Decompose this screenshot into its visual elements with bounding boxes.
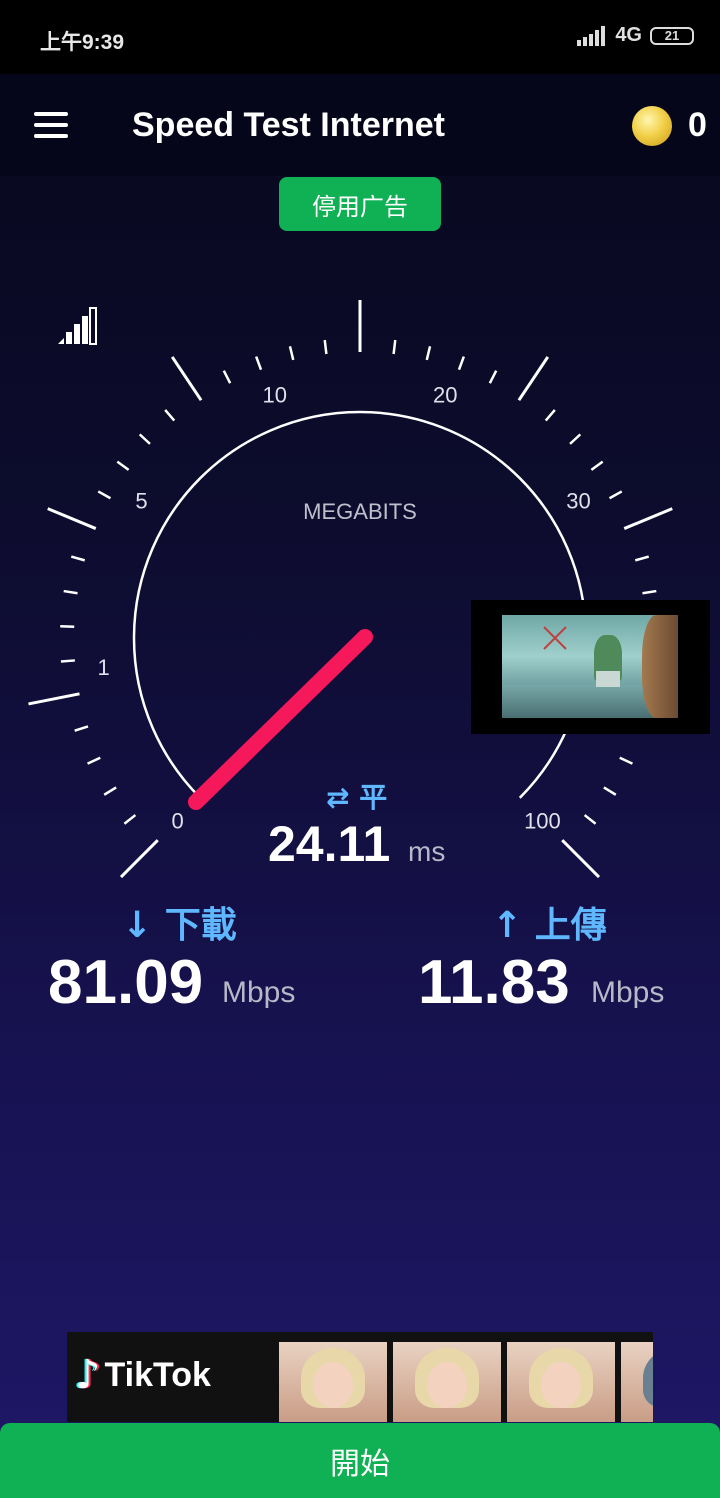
close-icon[interactable]: [540, 623, 570, 653]
minor-tick: [63, 589, 78, 595]
minor-tick: [288, 345, 295, 361]
download-unit: Mbps: [222, 976, 296, 1009]
minor-tick: [642, 589, 657, 595]
major-tick: [47, 507, 97, 530]
upload-label: ↑ 上傳: [492, 905, 607, 946]
gauge-scale-label: 20: [433, 382, 457, 407]
ping-unit: ms: [408, 836, 446, 867]
ad-photo: [393, 1342, 501, 1422]
tiktok-brand: TikTok: [104, 1355, 211, 1394]
minor-tick: [254, 356, 263, 371]
minor-tick: [164, 409, 176, 422]
minor-tick: [569, 433, 582, 445]
major-tick: [561, 839, 601, 879]
gauge-unit-label: MEGABITS: [303, 499, 417, 524]
minor-tick: [97, 490, 112, 500]
download-label: ↓ 下載: [122, 905, 237, 946]
tiktok-note-icon: ♪: [75, 1352, 101, 1398]
minor-tick: [590, 460, 604, 471]
ping-label: ⇄ 平: [326, 781, 388, 814]
video-ad-overlay[interactable]: [471, 600, 710, 734]
ad-photo: [507, 1342, 615, 1422]
upload-value: 11.83: [418, 948, 570, 1017]
gauge-scale-label: 1: [97, 655, 109, 680]
minor-tick: [222, 370, 232, 384]
upload-unit: Mbps: [591, 976, 665, 1009]
minor-tick: [583, 814, 597, 825]
minor-tick: [634, 555, 650, 562]
major-tick: [119, 839, 159, 879]
tiktok-banner-ad[interactable]: ♪ TikTok: [67, 1332, 653, 1422]
minor-tick: [544, 409, 556, 422]
minor-tick: [608, 490, 623, 500]
gauge-scale-label: 0: [171, 808, 183, 833]
minor-tick: [488, 370, 498, 384]
minor-tick: [138, 433, 151, 445]
minor-tick: [603, 786, 617, 796]
gauge-scale-label: 10: [263, 382, 287, 407]
major-tick: [28, 692, 80, 706]
minor-tick: [457, 356, 466, 371]
ping-value: 24.11: [268, 816, 391, 872]
gauge-scale-label: 30: [566, 489, 590, 514]
minor-tick: [323, 339, 328, 355]
minor-tick: [74, 725, 89, 732]
minor-tick: [60, 624, 75, 629]
minor-tick: [619, 756, 633, 765]
minor-tick: [87, 756, 101, 765]
minor-tick: [392, 339, 397, 355]
video-ad-thumbnail: [502, 615, 678, 718]
major-tick: [623, 507, 673, 530]
minor-tick: [103, 786, 117, 796]
minor-tick: [116, 460, 130, 471]
ad-photo: [279, 1342, 387, 1422]
gauge-scale-label: 5: [135, 489, 147, 514]
minor-tick: [70, 555, 86, 562]
minor-tick: [123, 814, 137, 825]
minor-tick: [60, 659, 75, 663]
major-tick: [170, 356, 203, 402]
download-value: 81.09: [48, 948, 204, 1017]
start-button[interactable]: 開始: [0, 1423, 720, 1498]
ad-photo: [621, 1342, 653, 1422]
tiktok-logo: ♪ TikTok: [75, 1352, 211, 1398]
major-tick: [517, 356, 550, 402]
minor-tick: [425, 345, 432, 361]
gauge-scale-label: 100: [524, 808, 561, 833]
